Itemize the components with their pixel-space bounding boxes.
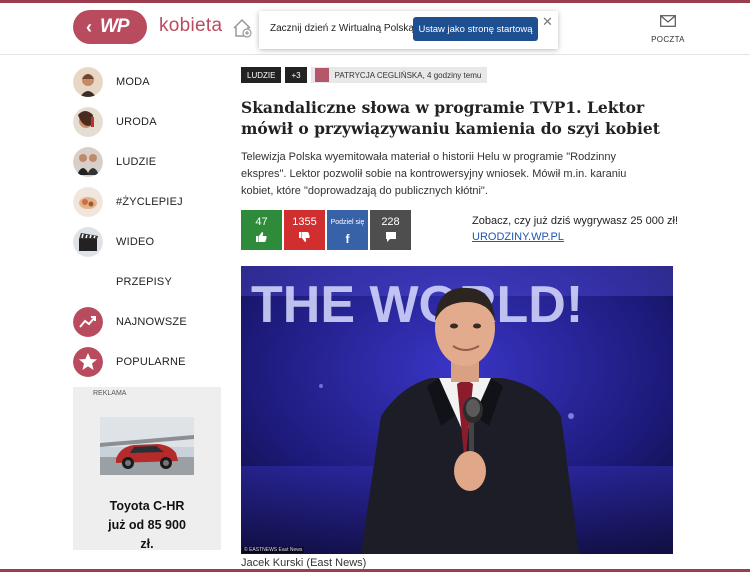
- sidebar-item-ludzie[interactable]: LUDZIE: [72, 142, 222, 182]
- article-lead: Telewizja Polska wyemitowała materiał o …: [241, 151, 627, 197]
- sidebar-item-label: URODA: [116, 116, 157, 128]
- thumbs-up-icon: [241, 232, 282, 245]
- sidebar-item-moda[interactable]: MODA: [72, 62, 222, 102]
- author-text: PATRYCJA CEGLIŃSKA, 4 godziny temu: [334, 70, 482, 80]
- homepage-popup: Zacznij dzień z Wirtualną Polską. Ustaw …: [259, 11, 558, 49]
- trending-up-icon: [73, 307, 103, 337]
- category-tag[interactable]: LUDZIE: [241, 67, 282, 83]
- uroda-thumbnail-icon: [73, 107, 103, 137]
- promo-box: Zobacz, czy już dziś wygrywasz 25 000 zł…: [472, 215, 678, 243]
- ad-line-2: już od 85 900: [108, 518, 186, 532]
- wp-home-button[interactable]: ‹ WP: [73, 10, 147, 44]
- ad-label: REKLAMA: [93, 390, 127, 397]
- clapperboard-icon: [73, 227, 103, 257]
- like-button[interactable]: 47: [241, 210, 282, 250]
- sidebar-item-label: POPULARNE: [116, 356, 186, 368]
- header: ‹ WP kobieta Zacznij dzień z Wirtualną P…: [0, 3, 750, 55]
- facebook-share-button[interactable]: Podziel się f: [327, 210, 368, 250]
- article-title: Skandaliczne słowa w programie TVP1. Lek…: [241, 98, 660, 138]
- ad-line-1: Toyota C-HR: [109, 499, 185, 513]
- star-icon: [73, 347, 103, 377]
- backdrop-text: THE WORLD!: [251, 276, 583, 334]
- sidebar-item-label: LUDZIE: [116, 156, 157, 168]
- przepisy-placeholder-icon: [73, 267, 103, 297]
- sidebar-item-label: PRZEPISY: [116, 276, 173, 288]
- promo-link[interactable]: URODZINY.WP.PL: [472, 231, 678, 243]
- envelope-icon: [660, 15, 676, 27]
- article-photo[interactable]: THE WORLD! © EASTNEWS East News: [241, 266, 673, 554]
- comments-button[interactable]: 228: [370, 210, 411, 250]
- dislike-count: 1355: [292, 216, 317, 228]
- comment-icon: [370, 232, 411, 245]
- like-count: 47: [255, 216, 268, 228]
- sidebar-item-label: NAJNOWSZE: [116, 316, 187, 328]
- car-image: [100, 417, 194, 475]
- set-homepage-icon[interactable]: [231, 17, 253, 39]
- sidebar-item-najnowsze[interactable]: NAJNOWSZE: [72, 302, 222, 342]
- close-icon[interactable]: ✕: [542, 14, 553, 30]
- popup-text: Zacznij dzień z Wirtualną Polską.: [270, 23, 417, 34]
- sidebar-item-zyclepiej[interactable]: #ŻYCLEPIEJ: [72, 182, 222, 222]
- mail-label: POCZTA: [651, 35, 685, 44]
- ad-banner[interactable]: REKLAMA Toyota C-HR już od 85 900 zł.: [73, 387, 221, 551]
- chevron-left-icon: ‹: [86, 16, 92, 37]
- sidebar-item-uroda[interactable]: URODA: [72, 102, 222, 142]
- moda-thumbnail-icon: [73, 67, 103, 97]
- sidebar-item-label: WIDEO: [116, 236, 155, 248]
- author-avatar: [314, 68, 329, 82]
- more-tags-badge[interactable]: +3: [285, 67, 307, 83]
- dislike-button[interactable]: 1355: [284, 210, 325, 250]
- share-label: Podziel się: [330, 219, 365, 226]
- set-homepage-button[interactable]: Ustaw jako stronę startową: [413, 17, 538, 41]
- article-meta: LUDZIE +3 PATRYCJA CEGLIŃSKA, 4 godziny …: [241, 67, 488, 83]
- facebook-icon: f: [345, 232, 350, 246]
- sidebar-nav: MODA URODA LUDZIE #ŻYCLEPIEJ WIDEO PRZEP…: [72, 62, 222, 382]
- sidebar-item-wideo[interactable]: WIDEO: [72, 222, 222, 262]
- wp-logo: WP: [100, 16, 130, 37]
- thumbs-down-icon: [284, 232, 325, 245]
- brand-name[interactable]: kobieta: [159, 15, 222, 37]
- sidebar-item-przepisy[interactable]: PRZEPISY: [72, 262, 222, 302]
- zyclepiej-thumbnail-icon: [73, 187, 103, 217]
- mail-link[interactable]: POCZTA: [648, 14, 688, 44]
- photo-caption: Jacek Kurski (East News): [241, 557, 367, 569]
- promo-text: Zobacz, czy już dziś wygrywasz 25 000 zł…: [472, 215, 679, 227]
- sidebar-item-label: #ŻYCLEPIEJ: [116, 196, 183, 208]
- sidebar-item-popularne[interactable]: POPULARNE: [72, 342, 222, 382]
- comment-count: 228: [381, 216, 400, 228]
- sidebar-item-label: MODA: [116, 76, 150, 88]
- reaction-bar: 47 1355 Podziel się f 228: [241, 210, 413, 250]
- ad-line-3: zł.: [140, 537, 154, 551]
- author-info[interactable]: PATRYCJA CEGLIŃSKA, 4 godziny temu: [310, 67, 488, 83]
- ludzie-thumbnail-icon: [73, 147, 103, 177]
- photo-credit: © EASTNEWS East News: [242, 547, 305, 553]
